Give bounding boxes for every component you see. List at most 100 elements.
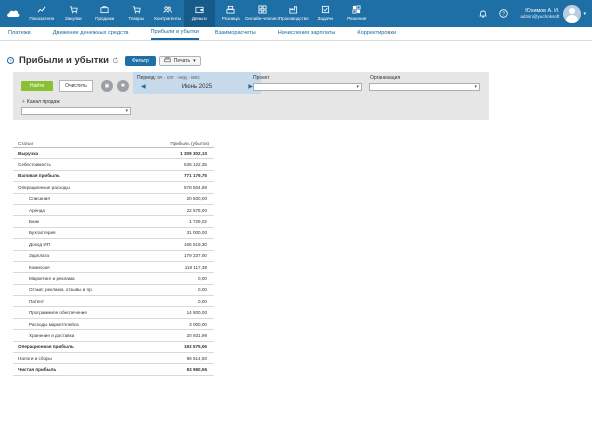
table-row[interactable]: Комиссия 118 117,38	[13, 262, 214, 274]
clear-button[interactable]: Очистить	[59, 80, 93, 92]
row-value: 20 931,99	[186, 332, 207, 338]
print-button-label: Печать	[173, 57, 191, 64]
tab-cash-flow[interactable]: Движение денежных средств	[53, 30, 138, 40]
briefcase-icon	[100, 6, 109, 14]
nav-item-label: Решения	[347, 16, 367, 21]
svg-text:?: ?	[502, 11, 505, 17]
row-value: 578 604,69	[184, 184, 207, 190]
nav-item-online-checklist[interactable]: Онлайн-чеклист	[245, 0, 280, 27]
chevron-down-icon: ▾	[193, 57, 196, 64]
period-options[interactable]: вч · сег · нед · мес	[157, 75, 200, 81]
chevron-down-icon: ▾	[356, 84, 359, 90]
user-email: admin@yuchoksoft	[520, 13, 560, 19]
row-article: Валовая прибыль	[18, 173, 60, 179]
row-article: Расходы маркетплейса	[29, 321, 79, 327]
table-row[interactable]: Программное обеспечение 14 800,00	[13, 307, 214, 319]
nav-item-label: Задачи	[317, 16, 333, 21]
project-label: Проект	[253, 75, 270, 81]
help-icon[interactable]: ?	[7, 57, 14, 64]
solutions-icon	[352, 5, 361, 14]
help-icon[interactable]: ?	[498, 9, 508, 19]
tab-adjustments[interactable]: Корректировки	[357, 30, 405, 40]
row-article: Отзыв: реклама, отзывы и пр.	[29, 287, 93, 293]
table-row[interactable]: Себестоимость 538 122,35	[13, 159, 214, 171]
table-row[interactable]: Зарплата 179 337,00	[13, 251, 214, 262]
row-value: 0,00	[198, 287, 207, 293]
nav-item-indicators[interactable]: Показатели	[26, 0, 58, 27]
table-row[interactable]: Операционная прибыль 192 575,06	[13, 342, 214, 354]
row-value: 98 614,50	[186, 355, 207, 361]
table-row[interactable]: Списания 20 500,00	[13, 194, 214, 205]
nav-item-retail[interactable]: Розница	[215, 0, 247, 27]
options-round-button[interactable]: ✱	[117, 80, 129, 92]
tab-payments[interactable]: Платежи	[8, 30, 40, 40]
table-body: Выручка 1 309 302,10 Себестоимость 538 122,…	[13, 148, 214, 376]
sales-channel-text: Канал продаж	[26, 99, 60, 105]
table-row[interactable]: Банк 1 729,02	[13, 216, 214, 228]
row-article: Банк	[29, 219, 40, 225]
row-article: Себестоимость	[18, 162, 51, 168]
nav-item-purchases[interactable]: Закупки	[58, 0, 90, 27]
period-label-text: Период:	[137, 75, 156, 81]
row-value: 1 729,02	[189, 219, 207, 225]
cart-icon	[132, 6, 141, 14]
column-header-article: Статьи	[18, 141, 33, 146]
cart-icon	[69, 6, 78, 14]
avatar[interactable]	[563, 4, 582, 23]
row-article: Комиссия	[29, 264, 50, 270]
tab-settlements[interactable]: Взаиморасчеты	[215, 30, 265, 40]
table-row[interactable]: Патент 0,00	[13, 296, 214, 308]
nav-items: Показатели Закупки Продажи Товары Контра…	[26, 0, 373, 27]
row-value: 31 000,00	[186, 230, 207, 236]
row-article: Зарплата	[29, 253, 50, 259]
table-row[interactable]: Налоги и сборы 98 614,50	[13, 353, 214, 365]
table-row[interactable]: Хранение и доставка 20 931,99	[13, 330, 214, 342]
nav-item-production[interactable]: Производство	[278, 0, 310, 27]
nav-item-contractors[interactable]: Контрагенты	[152, 0, 184, 27]
settings-round-button[interactable]: ▣	[101, 80, 113, 92]
sales-channel-select[interactable]: ▾	[21, 107, 131, 115]
printer-icon	[163, 56, 171, 65]
tab-payroll[interactable]: Начисления зарплаты	[278, 30, 345, 40]
filter-button[interactable]: Фильтр	[124, 55, 156, 66]
table-row[interactable]: Валовая прибыль 771 179,75	[13, 171, 214, 183]
cloud-logo-icon[interactable]	[0, 0, 26, 27]
table-row[interactable]: Маркетинг и реклама 0,00	[13, 273, 214, 285]
print-button[interactable]: Печать ▾	[158, 55, 201, 66]
row-article: Операционная прибыль	[18, 344, 74, 350]
top-right-area: ? Юхимов А. И. admin@yuchoksoft ▾	[468, 0, 592, 27]
table-row[interactable]: Чистая прибыль 93 960,56	[13, 364, 214, 376]
row-article: Хранение и доставка	[29, 332, 75, 338]
gear-icon: ▣	[104, 83, 110, 89]
organization-select[interactable]: ▾	[369, 83, 480, 91]
row-value: 192 575,06	[184, 344, 207, 350]
plus-icon: +	[22, 99, 25, 105]
nav-item-sales[interactable]: Продажи	[89, 0, 121, 27]
find-button[interactable]: Найти	[21, 81, 53, 91]
refresh-icon[interactable]	[112, 57, 119, 64]
nav-item-goods[interactable]: Товары	[121, 0, 153, 27]
row-article: Списания	[29, 196, 50, 202]
nav-item-solutions[interactable]: Решения	[341, 0, 373, 27]
table-row[interactable]: Доход ИП 166 519,30	[13, 239, 214, 251]
row-value: 93 960,56	[186, 367, 207, 373]
tab-profit-loss[interactable]: Прибыли и убытки	[150, 29, 199, 40]
bell-icon[interactable]	[478, 9, 488, 19]
gear-icon: ✱	[120, 83, 126, 89]
nav-item-money[interactable]: Деньги	[183, 0, 215, 27]
user-info[interactable]: Юхимов А. И. admin@yuchoksoft	[520, 8, 559, 20]
table-row[interactable]: Расходы маркетплейса 3 000,00	[13, 319, 214, 331]
project-select[interactable]: ▾	[253, 83, 362, 91]
table-row[interactable]: Отзыв: реклама, отзывы и пр. 0,00	[13, 285, 214, 297]
nav-item-label: Розница	[221, 16, 240, 21]
table-row[interactable]: Аренда 22 675,00	[13, 205, 214, 217]
row-article: Выручка	[18, 150, 39, 156]
table-row[interactable]: Операционные расходы 578 604,69	[13, 182, 214, 194]
row-value: 20 500,00	[186, 196, 207, 202]
table-row[interactable]: Выручка 1 309 302,10	[13, 148, 214, 160]
row-article: Программное обеспечение	[29, 310, 87, 316]
table-row[interactable]: Бухгалтерия 31 000,00	[13, 228, 214, 240]
nav-item-tasks[interactable]: Задачи	[310, 0, 342, 27]
sales-channel-label[interactable]: + Канал продаж	[22, 99, 60, 105]
chevron-down-icon[interactable]: ▾	[583, 11, 586, 17]
